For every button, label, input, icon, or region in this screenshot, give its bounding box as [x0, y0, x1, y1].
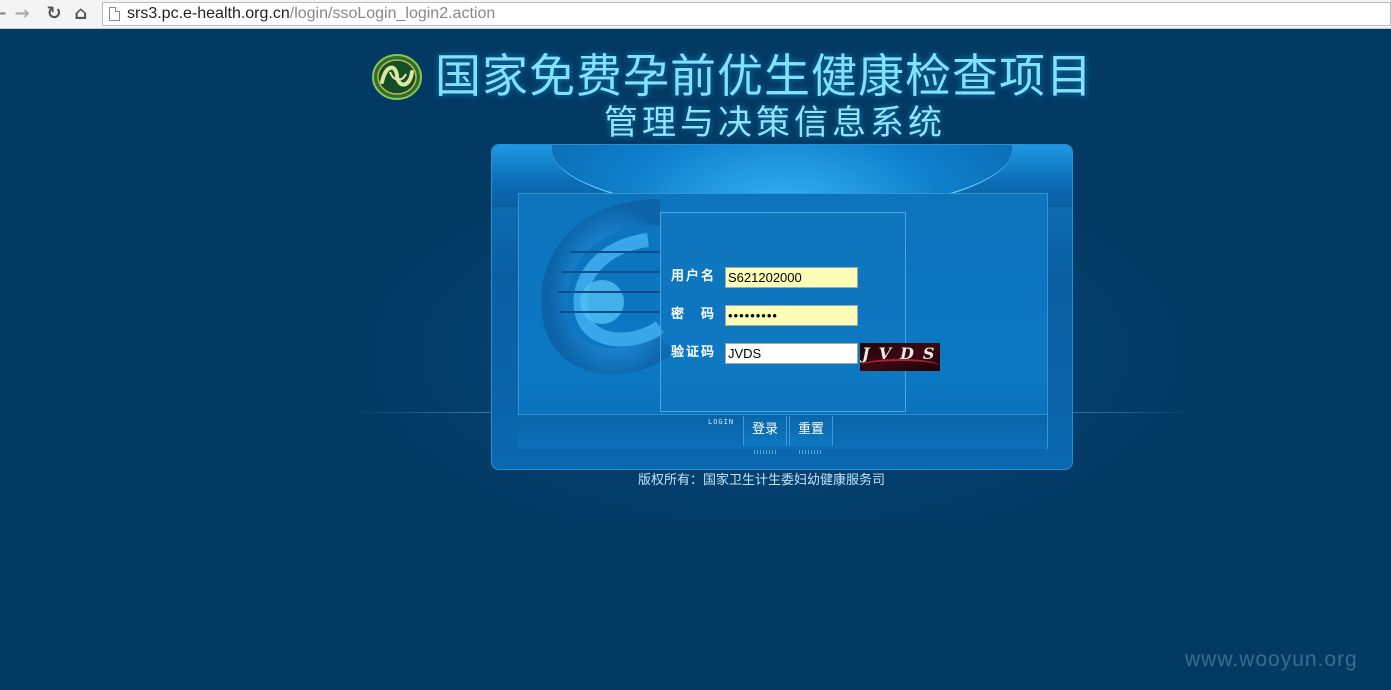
- reset-button[interactable]: 重置: [789, 416, 833, 446]
- copyright-footer: 版权所有：国家卫生计生委妇幼健康服务司: [638, 473, 886, 488]
- reload-icon[interactable]: ↻: [43, 3, 65, 25]
- page-title: 国家免费孕前优生健康检查项目: [435, 49, 1093, 103]
- captcha-input[interactable]: [725, 343, 858, 364]
- password-input[interactable]: [725, 305, 858, 326]
- login-tag: LOGIN: [708, 418, 735, 426]
- program-logo: [372, 54, 422, 100]
- captcha-label: 验证码: [671, 345, 717, 360]
- arrow-left-icon[interactable]: ←: [0, 3, 10, 25]
- login-button[interactable]: 登录: [743, 416, 787, 446]
- username-label: 用户名: [671, 269, 717, 284]
- home-icon[interactable]: ⌂: [70, 3, 92, 25]
- button-tick-decoration: [754, 450, 776, 454]
- captcha-noise-line: [860, 359, 940, 371]
- button-tick-decoration: [799, 450, 821, 454]
- url-text[interactable]: srs3.pc.e-health.org.cn/login/ssoLogin_l…: [127, 5, 495, 23]
- page-subtitle: 管理与决策信息系统: [604, 103, 946, 143]
- watermark: www.wooyun.org: [1185, 648, 1358, 671]
- browser-toolbar: ← → ↻ ⌂ srs3.pc.e-health.org.cn/login/ss…: [0, 0, 1391, 29]
- swirl-decoration: [541, 199, 670, 375]
- url-host: srs3.pc.e-health.org.cn: [127, 5, 290, 22]
- page-icon: [109, 7, 120, 21]
- username-input[interactable]: [725, 267, 858, 288]
- captcha-image[interactable]: JVDS: [860, 343, 940, 371]
- url-path: /login/ssoLogin_login2.action: [289, 5, 496, 22]
- arrow-right-icon[interactable]: →: [11, 3, 33, 25]
- password-label: 密 码: [671, 307, 717, 322]
- address-bar[interactable]: srs3.pc.e-health.org.cn/login/ssoLogin_l…: [102, 2, 1391, 26]
